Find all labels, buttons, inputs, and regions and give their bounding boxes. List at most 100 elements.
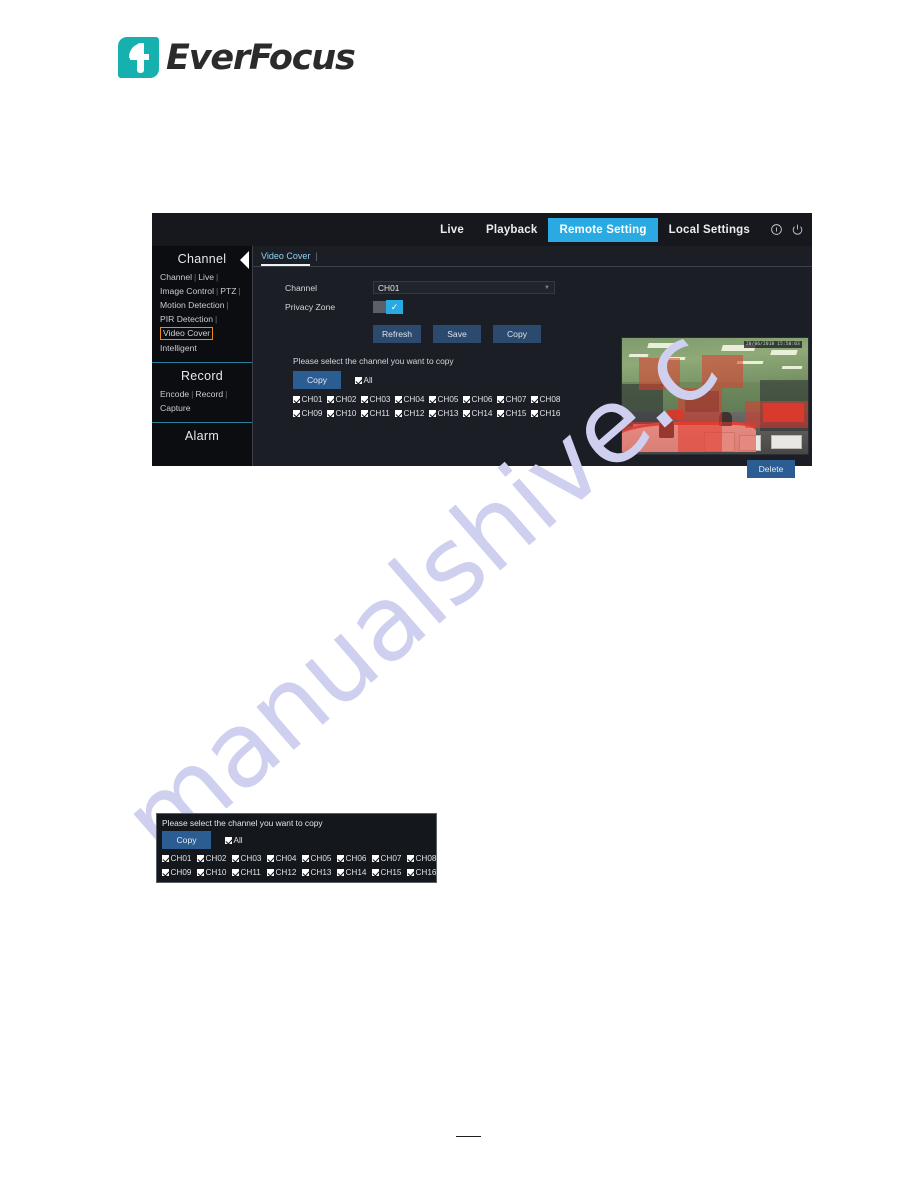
detail-checkbox-ch03[interactable]: CH03 bbox=[232, 854, 267, 863]
checkbox-ch14[interactable]: CH14 bbox=[463, 409, 497, 418]
detail-copy-button[interactable]: Copy bbox=[162, 831, 211, 849]
privacy-mask-region[interactable] bbox=[622, 421, 756, 452]
detail-checkbox-ch14[interactable]: CH14 bbox=[337, 868, 372, 877]
tab-video-cover[interactable]: Video Cover bbox=[261, 251, 311, 266]
detail-checkbox-ch09[interactable]: CH09 bbox=[162, 868, 197, 877]
checkbox-label: CH05 bbox=[437, 395, 459, 404]
copy-button[interactable]: Copy bbox=[493, 325, 541, 343]
checkbox-label: CH07 bbox=[380, 854, 402, 863]
detail-checkbox-ch16[interactable]: CH16 bbox=[407, 868, 442, 877]
checkbox-ch08[interactable]: CH08 bbox=[531, 395, 565, 404]
checkbox-ch16[interactable]: CH16 bbox=[531, 409, 565, 418]
checkbox-box-icon bbox=[407, 869, 414, 876]
nav-item-remote-setting[interactable]: Remote Setting bbox=[548, 217, 658, 242]
detail-checkbox-ch02[interactable]: CH02 bbox=[197, 854, 232, 863]
checkbox-ch10[interactable]: CH10 bbox=[327, 409, 361, 418]
sidebar-separator: | bbox=[226, 300, 229, 310]
sidebar-item-capture[interactable]: Capture bbox=[160, 403, 191, 413]
sidebar-item-encode[interactable]: Encode bbox=[160, 389, 189, 399]
detail-checkbox-ch12[interactable]: CH12 bbox=[267, 868, 302, 877]
detail-checkbox-ch01[interactable]: CH01 bbox=[162, 854, 197, 863]
power-icon[interactable] bbox=[791, 223, 804, 236]
checkbox-ch09[interactable]: CH09 bbox=[293, 409, 327, 418]
checkbox-box-icon bbox=[225, 836, 232, 844]
detail-channel-checkbox-grid: CH01 CH02 CH03 CH04 CH05 CH06 CH07 CH08 … bbox=[162, 854, 436, 877]
checkbox-ch02[interactable]: CH02 bbox=[327, 395, 361, 404]
sidebar-item-motion-detection[interactable]: Motion Detection bbox=[160, 300, 225, 310]
checkbox-all[interactable]: All bbox=[355, 376, 373, 385]
checkbox-label: CH09 bbox=[301, 409, 323, 418]
checkbox-box-icon bbox=[162, 855, 169, 862]
sidebar-item-intelligent[interactable]: Intelligent bbox=[160, 343, 197, 353]
sidebar-group-title-channel: Channel bbox=[177, 252, 227, 266]
privacy-zone-row: Privacy Zone ✓ bbox=[285, 300, 812, 314]
checkbox-box-icon bbox=[372, 869, 379, 876]
checkbox-label: CH10 bbox=[335, 409, 357, 418]
checkbox-box-icon bbox=[372, 855, 379, 862]
checkbox-label: CH06 bbox=[471, 395, 493, 404]
detail-checkbox-ch13[interactable]: CH13 bbox=[302, 868, 337, 877]
refresh-button[interactable]: Refresh bbox=[373, 325, 421, 343]
nav-item-local-settings[interactable]: Local Settings bbox=[658, 218, 761, 242]
sidebar-line: Channel | Live | bbox=[160, 271, 252, 283]
nav-item-playback[interactable]: Playback bbox=[475, 218, 548, 242]
delete-button[interactable]: Delete bbox=[747, 460, 795, 478]
checkbox-ch13[interactable]: CH13 bbox=[429, 409, 463, 418]
checkbox-ch01[interactable]: CH01 bbox=[293, 395, 327, 404]
sidebar-item-video-cover[interactable]: Video Cover bbox=[160, 327, 214, 340]
sidebar-item-live[interactable]: Live bbox=[198, 272, 214, 282]
checkbox-ch05[interactable]: CH05 bbox=[429, 395, 463, 404]
chevron-down-icon: ▼ bbox=[544, 284, 550, 291]
checkbox-box-icon bbox=[361, 396, 368, 403]
sidebar-item-pir-detection[interactable]: PIR Detection bbox=[160, 314, 213, 324]
sidebar-item-image-control[interactable]: Image Control bbox=[160, 286, 214, 296]
privacy-mask-region[interactable] bbox=[744, 400, 808, 429]
checkbox-box-icon bbox=[407, 855, 414, 862]
detail-checkbox-ch07[interactable]: CH07 bbox=[372, 854, 407, 863]
privacy-zone-toggle[interactable]: ✓ bbox=[373, 300, 403, 314]
channel-select[interactable]: CH01 ▼ bbox=[373, 281, 555, 294]
checkbox-ch11[interactable]: CH11 bbox=[361, 409, 395, 418]
privacy-mask-region[interactable] bbox=[638, 357, 680, 391]
checkbox-box-icon bbox=[395, 410, 402, 417]
checkbox-ch07[interactable]: CH07 bbox=[497, 395, 531, 404]
sidebar-item-record[interactable]: Record bbox=[195, 389, 223, 399]
detail-checkbox-all[interactable]: All bbox=[225, 836, 243, 845]
toggle-knob-check-icon: ✓ bbox=[386, 300, 403, 314]
top-navigation-bar: Live Playback Remote Setting Local Setti… bbox=[152, 213, 812, 246]
checkbox-label: CH03 bbox=[369, 395, 391, 404]
privacy-mask-region[interactable] bbox=[701, 355, 743, 388]
checkbox-box-icon bbox=[429, 410, 436, 417]
checkbox-label: CH13 bbox=[437, 409, 459, 418]
detail-checkbox-ch05[interactable]: CH05 bbox=[302, 854, 337, 863]
checkbox-label: CH04 bbox=[275, 854, 297, 863]
video-cover-panel: Channel CH01 ▼ Privacy Zone ✓ Refresh Sa… bbox=[253, 267, 812, 478]
info-icon[interactable] bbox=[770, 223, 783, 236]
checkbox-box-icon bbox=[497, 410, 504, 417]
checkbox-ch03[interactable]: CH03 bbox=[361, 395, 395, 404]
camera-preview-image[interactable]: 20/06/2018 15:50:03 bbox=[621, 337, 809, 455]
checkbox-box-icon bbox=[197, 855, 204, 862]
checkbox-label: CH15 bbox=[380, 868, 402, 877]
detail-checkbox-ch15[interactable]: CH15 bbox=[372, 868, 407, 877]
checkbox-ch15[interactable]: CH15 bbox=[497, 409, 531, 418]
checkbox-ch04[interactable]: CH04 bbox=[395, 395, 429, 404]
sidebar-item-channel[interactable]: Channel bbox=[160, 272, 192, 282]
sidebar-item-ptz[interactable]: PTZ bbox=[220, 286, 236, 296]
copy-channels-button[interactable]: Copy bbox=[293, 371, 341, 389]
detail-checkbox-ch11[interactable]: CH11 bbox=[232, 868, 267, 877]
checkbox-ch12[interactable]: CH12 bbox=[395, 409, 429, 418]
detail-copy-hint-text: Please select the channel you want to co… bbox=[162, 818, 323, 828]
checkbox-box-icon bbox=[337, 855, 344, 862]
detail-checkbox-ch08[interactable]: CH08 bbox=[407, 854, 442, 863]
collapse-left-arrow-icon[interactable] bbox=[240, 251, 249, 269]
checkbox-box-icon bbox=[162, 869, 169, 876]
detail-checkbox-ch06[interactable]: CH06 bbox=[337, 854, 372, 863]
nav-item-live[interactable]: Live bbox=[429, 218, 475, 242]
detail-checkbox-ch10[interactable]: CH10 bbox=[197, 868, 232, 877]
save-button[interactable]: Save bbox=[433, 325, 481, 343]
sidebar-group-title-alarm[interactable]: Alarm bbox=[152, 423, 252, 448]
checkbox-ch06[interactable]: CH06 bbox=[463, 395, 497, 404]
channel-label: Channel bbox=[285, 282, 318, 293]
detail-checkbox-ch04[interactable]: CH04 bbox=[267, 854, 302, 863]
